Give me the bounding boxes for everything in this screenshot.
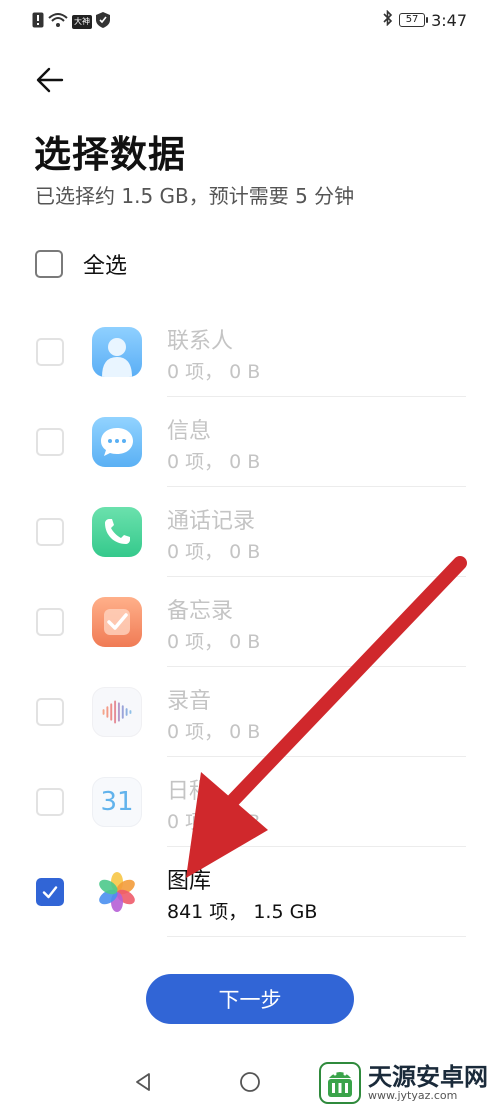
item-meta: 841 项， 1.5 GB: [167, 901, 318, 923]
next-step-button[interactable]: 下一步: [146, 974, 354, 1024]
item-meta: 0 项， 0 B: [167, 361, 261, 383]
item-checkbox[interactable]: [36, 698, 64, 726]
circle-home-icon: [240, 1072, 260, 1092]
battery-icon: 57: [399, 13, 429, 27]
item-name: 图库: [167, 869, 212, 894]
select-all-row[interactable]: 全选: [35, 242, 127, 286]
item-checkbox[interactable]: [36, 338, 64, 366]
messages-icon: [92, 417, 142, 467]
triangle-back-icon: [136, 1073, 150, 1091]
alert-icon: [32, 12, 44, 32]
item-meta: 0 项， 0 B: [167, 451, 261, 473]
page-title: 选择数据: [34, 133, 186, 176]
nav-back-button[interactable]: [129, 1068, 157, 1096]
notes-icon: [92, 597, 142, 647]
page-subtitle: 已选择约 1.5 GB，预计需要 5 分钟: [35, 184, 355, 208]
checkmark-icon: [42, 886, 58, 899]
list-item-messages[interactable]: 信息 0 项， 0 B: [0, 397, 500, 487]
android-logo-icon: [319, 1062, 361, 1104]
item-name: 录音: [167, 689, 212, 714]
screen: 大神 57 3:47 选择数据 已选择约 1.5 GB，预计需要 5 分钟 全选: [0, 0, 500, 1111]
contacts-icon: [92, 327, 142, 377]
back-button[interactable]: [30, 60, 70, 100]
item-name: 信息: [167, 419, 212, 444]
item-checkbox[interactable]: [36, 608, 64, 636]
nav-home-button[interactable]: [236, 1068, 264, 1096]
app-badge: 大神: [72, 15, 92, 29]
list-item-notes[interactable]: 备忘录 0 项， 0 B: [0, 577, 500, 667]
wifi-icon: [48, 12, 68, 32]
divider: [167, 936, 466, 937]
item-checkbox[interactable]: [36, 788, 64, 816]
status-right-icons: 57 3:47: [383, 9, 467, 30]
list-item-recorder[interactable]: 录音 0 项， 0 B: [0, 667, 500, 757]
watermark-url: www.jytyaz.com: [368, 1089, 458, 1102]
select-all-checkbox[interactable]: [35, 250, 63, 278]
list-item-call-log[interactable]: 通话记录 0 项， 0 B: [0, 487, 500, 577]
item-checkbox[interactable]: [36, 518, 64, 546]
calendar-icon: 31: [92, 777, 142, 827]
calendar-date-text: 31: [100, 787, 134, 817]
clock: 3:47: [431, 10, 467, 30]
item-name: 联系人: [167, 329, 234, 354]
bluetooth-icon: [383, 9, 393, 30]
list-item-gallery[interactable]: 图库 841 项， 1.5 GB: [0, 847, 500, 937]
select-all-label: 全选: [83, 254, 128, 279]
item-name: 备忘录: [167, 599, 234, 624]
list-item-contacts[interactable]: 联系人 0 项， 0 B: [0, 307, 500, 397]
status-left-icons: 大神: [32, 12, 110, 32]
item-meta: 0 项， 0 B: [167, 631, 261, 653]
item-name: 通话记录: [167, 509, 256, 534]
status-bar: 大神 57 3:47: [0, 0, 500, 44]
watermark-title: 天源安卓网: [368, 1063, 488, 1091]
watermark: 天源安卓网 www.jytyaz.com: [318, 1061, 488, 1105]
item-meta: 0 项， 0 B: [167, 721, 261, 743]
shield-icon: [96, 12, 110, 32]
item-meta: 0 项， 0 B: [167, 811, 261, 833]
gallery-icon: [92, 867, 142, 917]
item-meta: 0 项， 0 B: [167, 541, 261, 563]
item-name: 日程: [167, 779, 212, 804]
data-type-list: 联系人 0 项， 0 B 信息 0 项， 0 B 通话记录 0 项， 0 B 备…: [0, 307, 500, 937]
item-checkbox-checked[interactable]: [36, 878, 64, 906]
item-checkbox[interactable]: [36, 428, 64, 456]
phone-icon: [92, 507, 142, 557]
recorder-icon: [92, 687, 142, 737]
list-item-calendar[interactable]: 31 日程 0 项， 0 B: [0, 757, 500, 847]
back-arrow-icon: [36, 67, 64, 93]
